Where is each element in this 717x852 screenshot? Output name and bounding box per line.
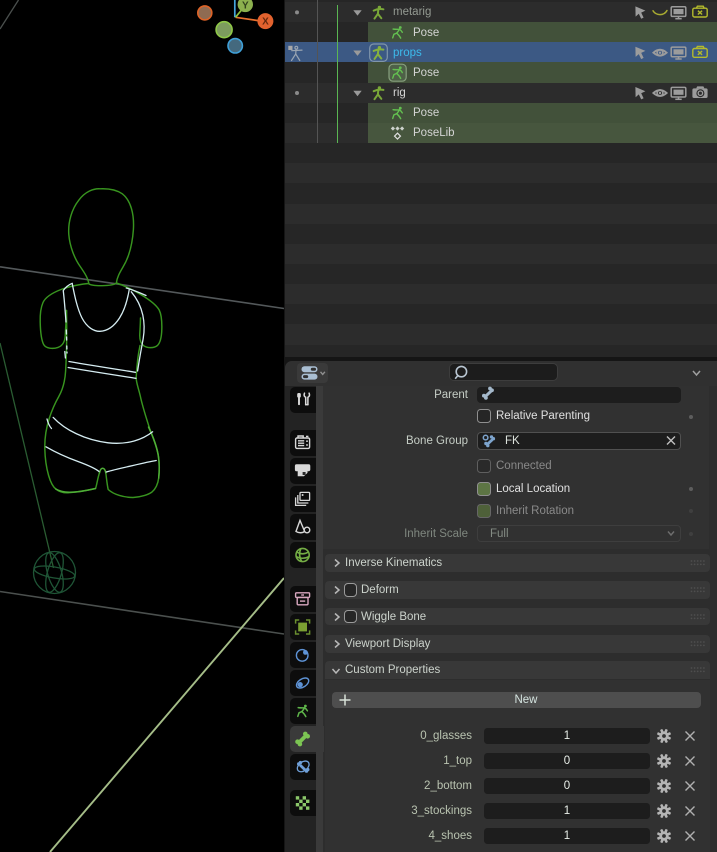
svg-text:Y: Y bbox=[242, 0, 249, 11]
svg-text:X: X bbox=[262, 17, 269, 28]
